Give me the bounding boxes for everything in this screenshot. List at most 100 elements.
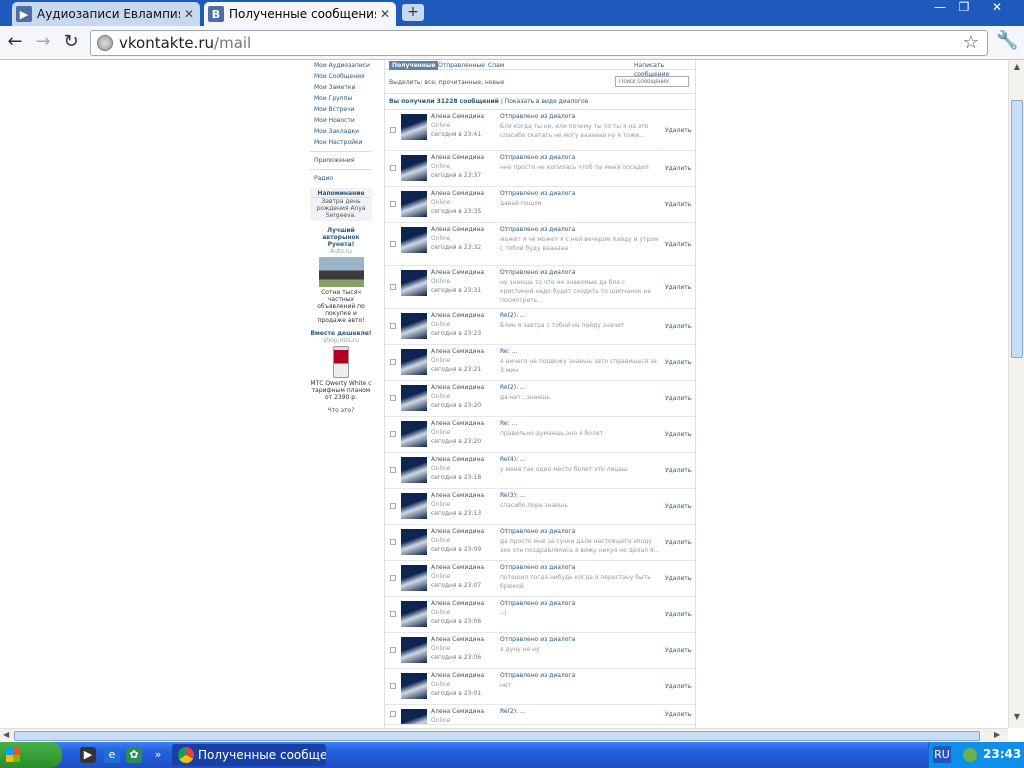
message-subject[interactable]: Re(3): ... xyxy=(500,492,526,499)
tab-received[interactable]: Полученные xyxy=(389,61,439,70)
taskbar-chrome-window[interactable]: Полученные сообще... xyxy=(172,744,326,766)
tab-spam[interactable]: Спам xyxy=(485,61,507,70)
horizontal-scrollbar[interactable]: ◀ ▶ xyxy=(0,728,1008,742)
message-subject[interactable]: Отправлено из диалога xyxy=(500,113,575,120)
sender-name[interactable]: Алена Семидина xyxy=(431,456,484,463)
message-checkbox[interactable] xyxy=(390,127,396,133)
quicklaunch-app-icon[interactable]: ✿ xyxy=(126,747,142,763)
message-subject[interactable]: Re(2): ... xyxy=(500,708,526,715)
message-preview[interactable]: спасибо,пора знаешь xyxy=(500,501,660,510)
delete-link[interactable]: Удалить xyxy=(665,127,691,134)
scroll-down-arrow[interactable]: ▼ xyxy=(1011,712,1023,724)
message-checkbox[interactable] xyxy=(390,611,396,617)
phone-image[interactable] xyxy=(333,346,349,378)
avatar[interactable] xyxy=(401,385,427,411)
delete-link[interactable]: Удалить xyxy=(665,647,691,654)
sender-name[interactable]: Алена Семидина xyxy=(431,528,484,535)
delete-link[interactable]: Удалить xyxy=(665,165,691,172)
sender-name[interactable]: Алена Семидина xyxy=(431,113,484,120)
delete-link[interactable]: Удалить xyxy=(665,503,691,510)
scroll-up-arrow[interactable]: ▲ xyxy=(1011,62,1023,74)
sender-name[interactable]: Алена Семидина xyxy=(431,226,484,233)
maximize-button[interactable]: ❐ xyxy=(950,0,978,16)
browser-tab-audio[interactable]: ▶ Аудиозаписи Евлампия Бойцо ✕ xyxy=(12,2,200,26)
message-preview[interactable]: нет xyxy=(500,681,660,690)
message-subject[interactable]: Отправлено из диалога xyxy=(500,600,575,607)
message-row[interactable]: Алена Семидина Online сегодня в 23:31 Отпра… xyxy=(385,266,695,309)
ad-autoru[interactable]: Лучший авторынок Рунета! Auto.ru Сотни т… xyxy=(310,227,372,324)
message-row[interactable]: Алена Семидина Online сегодня в 23:35 Отпра… xyxy=(385,187,695,223)
avatar[interactable] xyxy=(401,270,427,296)
avatar[interactable] xyxy=(401,155,427,181)
sender-name[interactable]: Алена Семидина xyxy=(431,600,484,607)
close-tab-icon[interactable]: ✕ xyxy=(380,7,390,21)
delete-link[interactable]: Удалить xyxy=(665,359,691,366)
message-checkbox[interactable] xyxy=(390,431,396,437)
message-row[interactable]: Алена Семидина Online сегодня в 23:23 Re(2)… xyxy=(385,309,695,345)
delete-link[interactable]: Удалить xyxy=(665,241,691,248)
delete-link[interactable]: Удалить xyxy=(665,323,691,330)
search-input[interactable] xyxy=(615,76,689,87)
sidebar-item[interactable]: Мои Группы xyxy=(310,93,372,104)
delete-link[interactable]: Удалить xyxy=(665,201,691,208)
message-preview[interactable]: Бля когда ты не, или почему ты то ты я н… xyxy=(500,122,660,140)
delete-link[interactable]: Удалить xyxy=(665,711,691,718)
car-image[interactable] xyxy=(318,257,364,287)
message-checkbox[interactable] xyxy=(390,503,396,509)
message-preview[interactable]: ну знаешь то что не знакомые да бля с кр… xyxy=(500,278,660,305)
avatar[interactable] xyxy=(401,601,427,627)
sidebar-item[interactable]: Мои Заметки xyxy=(310,82,372,93)
close-tab-icon[interactable]: ✕ xyxy=(184,7,194,21)
sidebar-item[interactable]: Мои Сообщения xyxy=(310,71,372,82)
message-subject[interactable]: Отправлено из диалога xyxy=(500,154,575,161)
close-window-button[interactable]: ✕ xyxy=(982,0,1012,16)
sender-name[interactable]: Алена Семидина xyxy=(431,708,484,715)
message-row[interactable]: Алена Семидина Online сегодня в 23:06 Отпра… xyxy=(385,633,695,669)
sender-name[interactable]: Алена Семидина xyxy=(431,636,484,643)
delete-link[interactable]: Удалить xyxy=(665,431,691,438)
message-checkbox[interactable] xyxy=(390,683,396,689)
avatar[interactable] xyxy=(401,313,427,339)
message-subject[interactable]: Re(2): ... xyxy=(500,384,526,391)
tray-app-icon[interactable] xyxy=(963,748,977,762)
message-row[interactable]: Алена Семидина Online сегодня в 23:37 Отпра… xyxy=(385,151,695,187)
message-row[interactable]: Алена Семидина Online сегодня в 23:18 Re(4)… xyxy=(385,453,695,489)
avatar[interactable] xyxy=(401,673,427,699)
delete-link[interactable]: Удалить xyxy=(665,395,691,402)
sender-name[interactable]: Алена Семидина xyxy=(431,312,484,319)
avatar[interactable] xyxy=(401,227,427,253)
message-subject[interactable]: Отправлено из диалога xyxy=(500,269,575,276)
quicklaunch-more-icon[interactable]: » xyxy=(150,747,166,763)
scroll-left-arrow[interactable]: ◀ xyxy=(3,730,9,739)
message-subject[interactable]: Отправлено из диалога xyxy=(500,528,575,535)
message-checkbox[interactable] xyxy=(390,323,396,329)
back-button[interactable]: ← xyxy=(4,32,26,54)
scroll-right-arrow[interactable]: ▶ xyxy=(994,730,1000,739)
message-subject[interactable]: Re(4): ... xyxy=(500,456,526,463)
sidebar-item[interactable]: Мои Встречи xyxy=(310,104,372,115)
avatar[interactable] xyxy=(401,709,427,724)
browser-tab-mail[interactable]: В Полученные сообщения | 31 ✕ xyxy=(204,2,396,26)
sidebar-item-radio[interactable]: Радио xyxy=(310,173,372,184)
dialog-view-link[interactable]: Показать в виде диалогов xyxy=(505,98,589,105)
reload-button[interactable]: ↻ xyxy=(60,32,82,54)
message-subject[interactable]: Отправлено из диалога xyxy=(500,564,575,571)
message-row[interactable]: Алена Семидина Online сегодня в 23:01 Отпра… xyxy=(385,669,695,705)
message-subject[interactable]: Отправлено из диалога xyxy=(500,636,575,643)
message-preview[interactable]: :-) xyxy=(500,609,660,618)
message-row[interactable]: Алена Семидина Online сегодня в 23:32 Отпра… xyxy=(385,223,695,266)
start-button[interactable] xyxy=(0,742,62,768)
avatar[interactable] xyxy=(401,565,427,591)
delete-link[interactable]: Удалить xyxy=(665,611,691,618)
message-row[interactable]: Алена Семидина Online сегодня в 23:20 Re: .… xyxy=(385,417,695,453)
tab-sent[interactable]: Отправленные xyxy=(435,61,488,70)
message-preview[interactable]: я ничего не подвожу знаешь зато справишь… xyxy=(500,357,660,375)
message-preview[interactable]: да просто мне за сучки дали настоящего э… xyxy=(500,537,660,555)
sender-name[interactable]: Алена Семидина xyxy=(431,384,484,391)
message-row[interactable]: Алена Семидина Online сегодня в 23:06 Отпра… xyxy=(385,597,695,633)
message-preview[interactable]: потешил тогда нибудь когда я перестану б… xyxy=(500,573,660,591)
ad-title[interactable]: Вместе дешевле! xyxy=(310,330,372,337)
avatar[interactable] xyxy=(401,493,427,519)
reminder-text[interactable]: Завтра день рождения Anya Sergeeva. xyxy=(312,198,370,219)
message-preview[interactable]: да нет...знаешь xyxy=(500,393,660,402)
